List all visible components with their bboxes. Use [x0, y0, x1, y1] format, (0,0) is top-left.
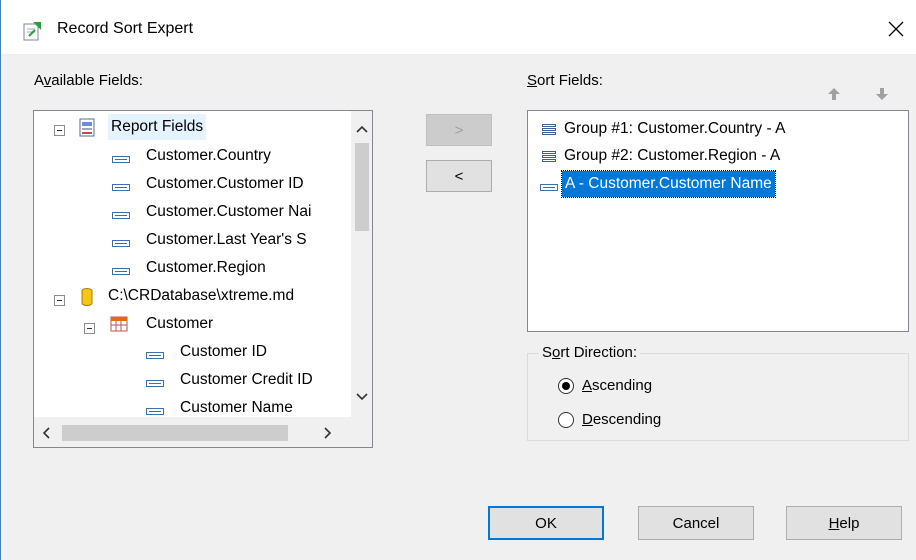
tree-item-customer-table[interactable]: Customer [146, 311, 213, 337]
available-fields-label: Available Fields: [34, 72, 143, 89]
group-icon [542, 124, 556, 136]
sort-fields-list[interactable]: Group #1: Customer.Country - A Group #2:… [527, 110, 909, 332]
help-button[interactable]: Help [786, 506, 902, 540]
field-icon [112, 212, 130, 219]
tree-item-customer-customer-id[interactable]: Customer.Customer ID [146, 171, 304, 197]
group-icon [542, 151, 556, 163]
report-fields-icon [79, 118, 95, 137]
collapse-report-fields-icon[interactable] [54, 125, 65, 136]
close-icon [888, 21, 904, 37]
horizontal-scrollbar[interactable] [34, 417, 351, 447]
scrollbar-corner [351, 417, 372, 447]
cancel-button[interactable]: Cancel [638, 506, 754, 540]
app-icon [23, 22, 41, 41]
title-bar: Record Sort Expert [1, 0, 916, 54]
tree-item-customer-region[interactable]: Customer.Region [146, 255, 266, 281]
descending-label[interactable]: Descending [582, 411, 661, 428]
tree-item-customer-customer-name[interactable]: Customer.Customer Nai [146, 199, 311, 225]
remove-field-button[interactable]: < [426, 160, 492, 192]
collapse-database-icon[interactable] [54, 295, 65, 306]
sort-field-item-group-1[interactable]: Group #1: Customer.Country - A [564, 116, 785, 142]
vertical-scrollbar[interactable] [351, 111, 372, 417]
ascending-radio[interactable] [558, 378, 574, 394]
help-button-mnemonic: H [828, 514, 840, 532]
tree-item-report-fields[interactable]: Report Fields [108, 114, 207, 140]
move-down-icon[interactable] [875, 86, 889, 102]
help-button-label: elp [839, 514, 860, 532]
available-fields-tree[interactable]: Report Fields Customer.Country Customer.… [33, 110, 373, 448]
descending-radio[interactable] [558, 412, 574, 428]
add-field-button[interactable]: > [426, 114, 492, 146]
table-icon [110, 316, 128, 332]
ascending-label[interactable]: Ascending [582, 377, 652, 394]
tree-item-customer-last-years-sales[interactable]: Customer.Last Year's S [146, 227, 307, 253]
database-icon [81, 288, 93, 306]
field-icon [146, 352, 164, 359]
tree-item-customer-id[interactable]: Customer ID [180, 339, 267, 365]
close-button[interactable] [881, 14, 911, 44]
vertical-scroll-thumb[interactable] [355, 143, 369, 231]
field-icon [146, 408, 164, 415]
field-icon [112, 184, 130, 191]
field-icon [112, 268, 130, 275]
sort-direction-legend: Sort Direction: [539, 344, 641, 361]
ok-button[interactable]: OK [488, 506, 604, 540]
scroll-left-icon[interactable] [42, 427, 50, 439]
window-title: Record Sort Expert [57, 20, 194, 37]
scroll-right-icon[interactable] [324, 427, 332, 439]
tree-item-database[interactable]: C:\CRDatabase\xtreme.md [108, 283, 294, 309]
field-icon [112, 240, 130, 247]
field-icon [112, 156, 130, 163]
field-icon [146, 380, 164, 387]
tree-item-customer-country[interactable]: Customer.Country [146, 143, 271, 169]
scroll-up-icon[interactable] [356, 125, 368, 133]
field-icon [540, 184, 558, 191]
sort-fields-label: Sort Fields: [527, 72, 603, 89]
sort-field-item-customer-name[interactable]: A - Customer.Customer Name [561, 170, 776, 198]
collapse-customer-table-icon[interactable] [84, 323, 95, 334]
move-up-icon[interactable] [827, 86, 841, 102]
scroll-down-icon[interactable] [356, 393, 368, 401]
sort-field-item-group-2[interactable]: Group #2: Customer.Region - A [564, 143, 780, 169]
record-sort-expert-dialog: Record Sort Expert Available Fields: Rep… [0, 0, 916, 560]
tree-item-customer-credit-id[interactable]: Customer Credit ID [180, 367, 313, 393]
horizontal-scroll-thumb[interactable] [62, 425, 288, 441]
